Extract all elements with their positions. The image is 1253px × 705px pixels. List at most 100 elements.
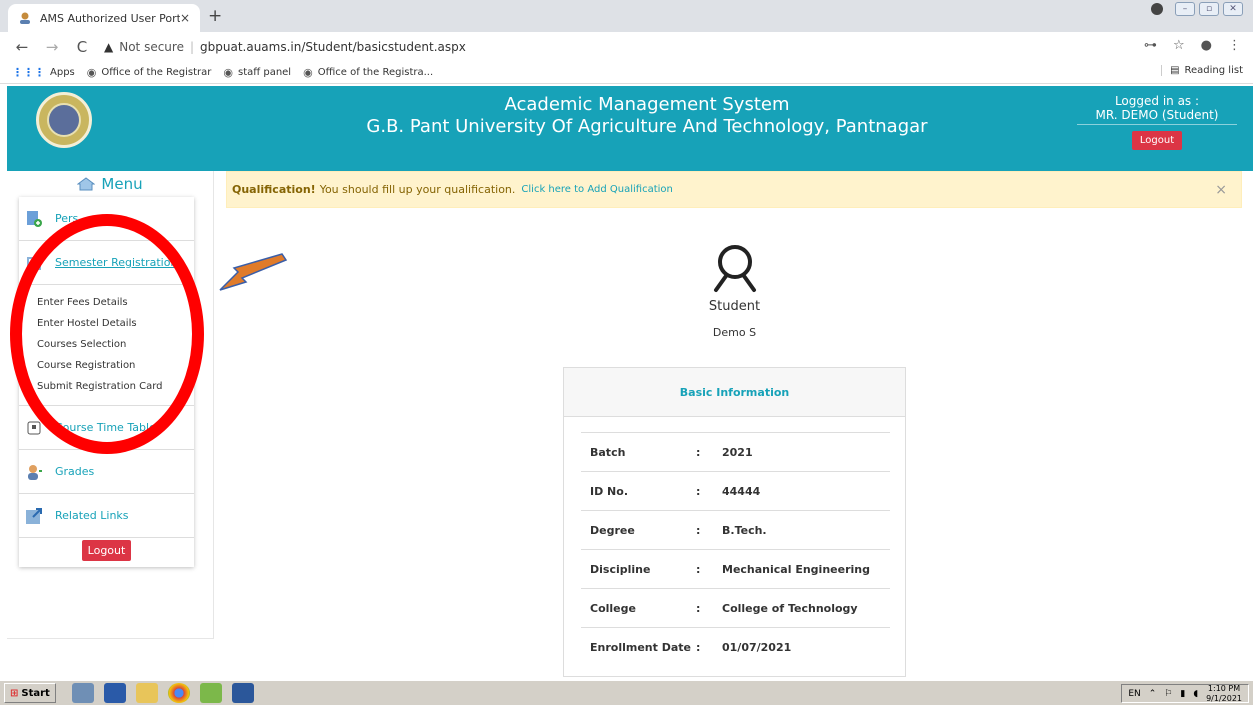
clock-date: 9/1/2021 xyxy=(1206,693,1242,703)
alert-title: Qualification! xyxy=(232,183,316,196)
reading-list-label: Reading list xyxy=(1184,65,1243,76)
system-tray: EN ⌃ ⚐ ▮ ◖ 1:10 PM 9/1/2021 xyxy=(1121,684,1249,703)
globe-icon: ◉ xyxy=(86,66,97,79)
reading-list-button[interactable]: ▤ Reading list xyxy=(1161,65,1243,76)
chrome-app-icon[interactable] xyxy=(167,683,190,703)
user-icon xyxy=(25,463,43,481)
reload-button[interactable]: C xyxy=(74,38,90,56)
user-name: MR. DEMO (Student) xyxy=(1095,108,1219,122)
minimize-button[interactable]: – xyxy=(1175,2,1195,16)
star-icon[interactable]: ☆ xyxy=(1173,38,1185,53)
logo-emblem-icon xyxy=(47,103,81,137)
sidebar-item-label: Related Links xyxy=(55,509,129,522)
profile-dot-icon[interactable] xyxy=(1151,3,1163,15)
bookmark-staff-panel[interactable]: ◉ staff panel xyxy=(223,66,291,79)
sidebar-logout-button[interactable]: Logout xyxy=(81,540,132,561)
info-colon: : xyxy=(696,523,701,537)
info-colon: : xyxy=(696,484,701,498)
address-bar: ← → C ▲ Not secure | gbpuat.auams.in/Stu… xyxy=(0,32,1253,62)
info-value: Mechanical Engineering xyxy=(722,562,870,576)
sidebar-item-grades[interactable]: Grades xyxy=(19,450,194,494)
info-colon: : xyxy=(696,562,701,576)
folder-app-icon[interactable] xyxy=(135,683,158,703)
alert-text: You should fill up your qualification. xyxy=(319,183,516,196)
bookmarks-bar: ⋮⋮⋮ Apps ◉ Office of the Registrar ◉ sta… xyxy=(0,62,1253,84)
close-window-button[interactable]: ✕ xyxy=(1223,2,1243,16)
info-row-enrollment-date: Enrollment Date : 01/07/2021 xyxy=(581,627,890,666)
info-key: ID No. xyxy=(590,484,628,498)
info-key: Enrollment Date xyxy=(590,640,691,654)
annotation-arrow-icon xyxy=(219,253,288,291)
basic-information-card: Basic Information Batch : 2021 ID No. : … xyxy=(563,367,906,677)
menu-heading: Menu xyxy=(7,171,213,197)
profile-summary: Student Demo S xyxy=(563,240,906,339)
info-key: Discipline xyxy=(590,562,651,576)
key-icon[interactable]: ⊶ xyxy=(1144,38,1157,53)
network-icon[interactable]: ▮ xyxy=(1180,689,1185,699)
menu-logout-container: Logout xyxy=(19,538,194,567)
basic-information-table: Batch : 2021 ID No. : 44444 Degree : B.T… xyxy=(581,432,890,666)
clock[interactable]: 1:10 PM 9/1/2021 xyxy=(1206,684,1242,704)
info-colon: : xyxy=(696,445,701,459)
browser-tab-bar: AMS Authorized User Portal × + – ▫ ✕ xyxy=(0,0,1253,32)
globe-icon: ◉ xyxy=(303,66,313,79)
alert-close-icon[interactable]: × xyxy=(1215,182,1227,198)
info-colon: : xyxy=(696,601,701,615)
tray-expand-icon[interactable]: ⌃ xyxy=(1149,689,1157,699)
university-title: G.B. Pant University Of Agriculture And … xyxy=(366,116,928,137)
word-app-icon[interactable] xyxy=(231,683,254,703)
start-button[interactable]: ⊞ Start xyxy=(4,683,56,703)
add-qualification-link[interactable]: Click here to Add Qualification xyxy=(521,184,672,195)
clock-time: 1:10 PM xyxy=(1207,683,1241,693)
os-taskbar: ⊞ Start EN ⌃ ⚐ ▮ ◖ 1:10 PM 9/1/2021 xyxy=(0,680,1253,705)
info-value: College of Technology xyxy=(722,601,858,615)
taskbar-apps xyxy=(71,683,254,703)
bookmark-registrar[interactable]: ◉ Office of the Registrar xyxy=(87,66,212,79)
link-icon xyxy=(25,507,43,525)
info-row-discipline: Discipline : Mechanical Engineering xyxy=(581,549,890,588)
divider xyxy=(1077,124,1237,125)
volume-icon[interactable]: ◖ xyxy=(1193,689,1198,699)
avatar-icon xyxy=(713,245,756,292)
info-key: Degree xyxy=(590,523,635,537)
site-favicon-icon xyxy=(18,11,32,25)
info-row-degree: Degree : B.Tech. xyxy=(581,510,890,549)
url-field[interactable]: ▲ Not secure | gbpuat.auams.in/Student/b… xyxy=(104,40,466,54)
language-indicator[interactable]: EN xyxy=(1128,689,1140,699)
info-key: Batch xyxy=(590,445,626,459)
header-logout-button[interactable]: Logout xyxy=(1131,131,1183,150)
forward-button[interactable]: → xyxy=(44,38,60,56)
profile-name: Demo S xyxy=(712,326,757,339)
apps-grid-icon: ⋮⋮⋮ xyxy=(12,66,45,79)
window-controls: – ▫ ✕ xyxy=(1151,2,1243,16)
bookmark-registrar-2[interactable]: ◉ Office of the Registra... xyxy=(303,66,433,79)
windows-logo-icon: ⊞ xyxy=(10,687,19,699)
frog-app-icon[interactable] xyxy=(199,683,222,703)
profile-role: Student xyxy=(708,299,761,314)
info-colon: : xyxy=(696,640,701,654)
bookmark-apps[interactable]: ⋮⋮⋮ Apps xyxy=(12,66,75,79)
browser-tab[interactable]: AMS Authorized User Portal × xyxy=(8,4,200,32)
info-row-id: ID No. : 44444 xyxy=(581,471,890,510)
network-app-icon[interactable] xyxy=(71,683,94,703)
tab-close-icon[interactable]: × xyxy=(180,11,190,25)
more-menu-icon[interactable]: ⋮ xyxy=(1228,38,1241,53)
info-value: 2021 xyxy=(722,445,753,459)
account-icon[interactable]: ● xyxy=(1201,38,1212,53)
menu-title: Menu xyxy=(101,175,143,193)
bookmark-label: Apps xyxy=(50,67,75,78)
flag-icon[interactable]: ⚐ xyxy=(1164,689,1172,699)
back-button[interactable]: ← xyxy=(14,38,30,56)
info-row-college: College : College of Technology xyxy=(581,588,890,627)
sidebar-item-related-links[interactable]: Related Links xyxy=(19,494,194,538)
info-value: 01/07/2021 xyxy=(722,640,792,654)
info-row-batch: Batch : 2021 xyxy=(581,432,890,471)
new-tab-button[interactable]: + xyxy=(208,6,222,26)
start-label: Start xyxy=(21,687,50,699)
globe-icon: ◉ xyxy=(223,66,234,79)
university-logo xyxy=(36,92,92,148)
app-header: Academic Management System G.B. Pant Uni… xyxy=(7,86,1253,171)
bookmark-label: Office of the Registra... xyxy=(317,67,434,78)
maximize-button[interactable]: ▫ xyxy=(1199,2,1219,16)
powershell-app-icon[interactable] xyxy=(103,683,126,703)
